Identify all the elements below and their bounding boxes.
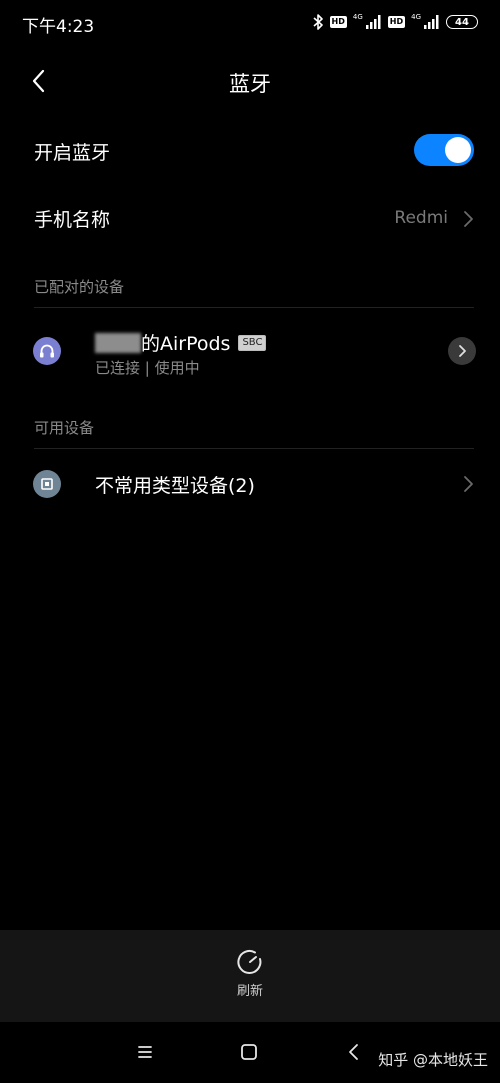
top-bar: 蓝牙 [0,56,500,106]
paired-device-airpods[interactable]: 的AirPods SBC 已连接 | 使用中 [0,318,500,384]
page-title: 蓝牙 [229,72,271,96]
available-devices-header: 可用设备 [34,419,95,437]
bottom-action-bar: 刷新 [0,930,500,1022]
system-nav-bar: 知乎 @本地妖王 [0,1022,500,1083]
signal-icon [424,15,439,29]
back-icon[interactable] [342,1040,366,1064]
battery-icon: 44 [446,15,478,29]
menu-icon[interactable] [133,1040,157,1064]
section-divider [34,307,474,308]
hd-icon: HD [387,16,406,28]
bluetooth-icon [313,14,323,30]
chevron-right-icon [459,345,466,357]
paired-device-name-text: 的AirPods [141,333,231,355]
device-name-row[interactable]: 手机名称 Redmi [0,193,500,243]
network-type-label: 4G [411,13,421,21]
bluetooth-toggle-label: 开启蓝牙 [34,142,111,164]
toggle-knob [445,137,471,163]
device-name-label: 手机名称 [34,209,111,231]
section-divider [34,448,474,449]
redacted-owner-name [95,332,141,353]
available-device-name: 不常用类型设备(2) [95,475,255,497]
paired-devices-header: 已配对的设备 [34,278,125,296]
available-device-row[interactable]: 不常用类型设备(2) [0,459,500,509]
bluetooth-toggle-row[interactable]: 开启蓝牙 [0,126,500,176]
status-time: 下午4:23 [22,17,95,37]
watermark: 知乎 @本地妖王 [378,1051,488,1069]
chevron-right-icon [464,476,473,492]
signal-icon [365,15,381,29]
paired-device-name: 的AirPods SBC [95,329,267,356]
refresh-label: 刷新 [236,984,263,999]
device-name-value: Redmi [394,208,448,228]
codec-badge: SBC [238,334,267,351]
status-bar: 下午4:23 HD 4G HD 4G 44 [0,0,500,44]
home-icon[interactable] [237,1040,261,1064]
device-details-button[interactable] [448,337,476,365]
bluetooth-toggle-switch[interactable] [414,134,474,166]
paired-device-status: 已连接 | 使用中 [95,359,200,377]
device-chip-icon [33,470,61,498]
chevron-right-icon [464,211,473,227]
hd-icon: HD [329,16,347,28]
status-icons: HD 4G HD 4G 44 [312,12,478,32]
refresh-icon [237,949,262,974]
network-type-label: 4G [352,13,363,21]
headset-icon [33,337,61,365]
refresh-button[interactable]: 刷新 [220,948,280,1008]
